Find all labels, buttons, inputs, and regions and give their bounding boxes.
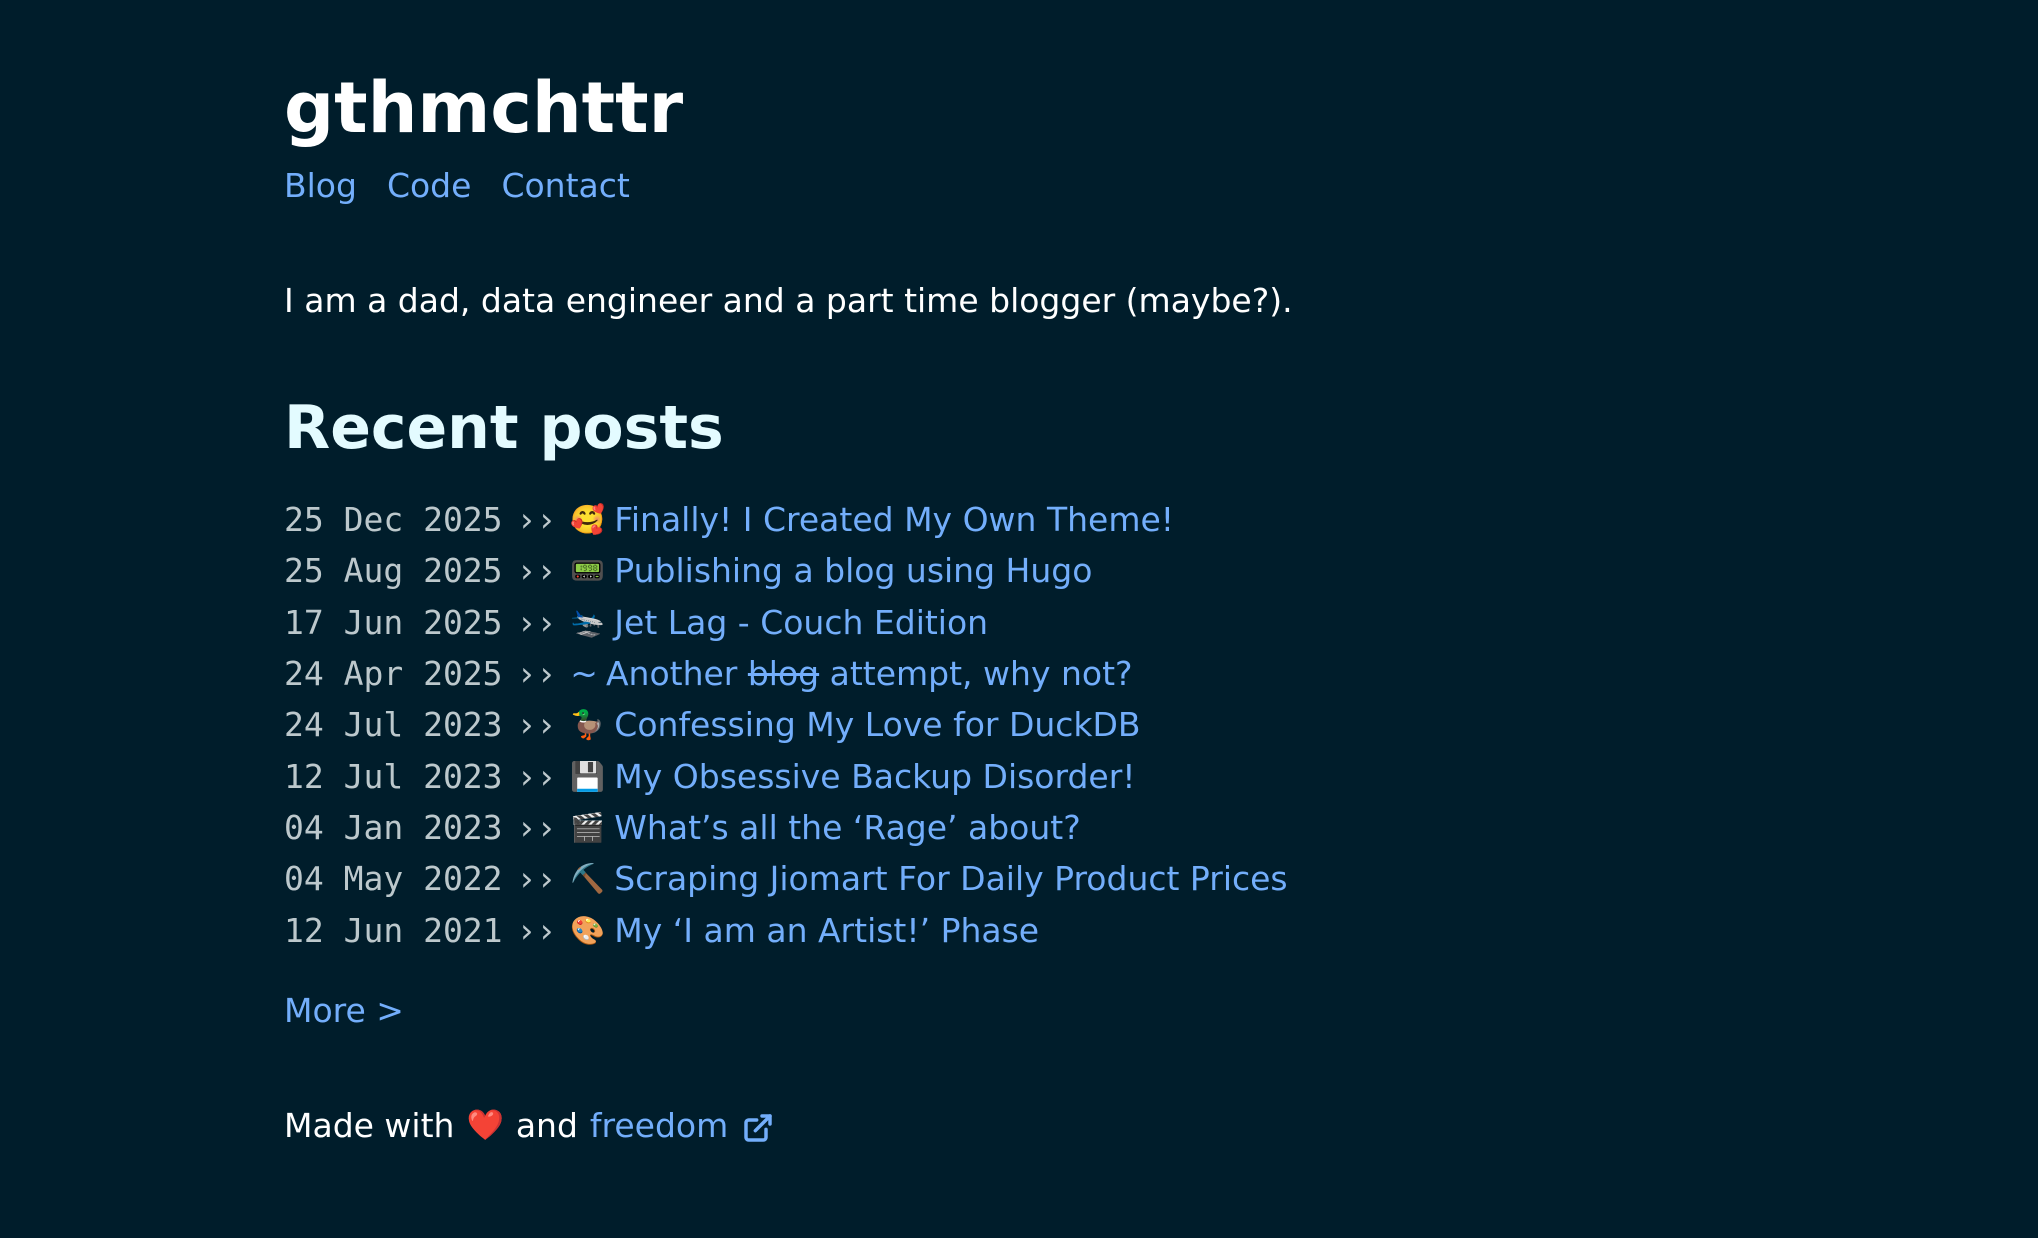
post-title-link[interactable]: My ‘I am an Artist!’ Phase: [614, 911, 1039, 950]
post-title-link[interactable]: What’s all the ‘Rage’ about?: [614, 808, 1080, 847]
post-date: 25 Aug 2025: [284, 551, 503, 591]
post-date: 25 Dec 2025: [284, 500, 503, 540]
site-title[interactable]: gthmchttr: [284, 62, 683, 154]
main-nav: Blog Code Contact: [284, 165, 630, 207]
more-posts-link[interactable]: More >: [284, 990, 404, 1032]
separator: ››: [516, 602, 557, 642]
pager-icon: 📟: [570, 554, 606, 588]
post-date: 04 Jan 2023: [284, 807, 503, 847]
smiling-face-hearts-icon: 🥰: [570, 503, 606, 537]
separator: ››: [516, 654, 557, 694]
separator: ››: [516, 756, 557, 796]
post-title-link[interactable]: Publishing a blog using Hugo: [614, 551, 1092, 590]
separator: ››: [516, 807, 557, 847]
post-title-link[interactable]: Confessing My Love for DuckDB: [614, 705, 1140, 744]
pick-icon: ⛏️: [570, 862, 606, 896]
post-title-link[interactable]: Scraping Jiomart For Daily Product Price…: [614, 859, 1287, 898]
post-date: 17 Jun 2025: [284, 602, 503, 642]
post-title-link[interactable]: ~ Another blog attempt, why not?: [570, 654, 1132, 693]
duck-icon: 🦆: [570, 708, 606, 742]
post-date: 12 Jul 2023: [284, 756, 503, 796]
footer-and: and: [515, 1106, 578, 1145]
post-date: 24 Apr 2025: [284, 654, 503, 694]
post-title-struck: blog: [747, 654, 820, 694]
footer: Made with ❤️ and freedom: [284, 1105, 774, 1147]
clapper-board-icon: 🎬: [570, 810, 606, 844]
post-item: 25 Aug 2025 ›› 📟 Publishing a blog using…: [284, 545, 1288, 596]
recent-posts-heading: Recent posts: [284, 393, 724, 463]
separator: ››: [516, 705, 557, 745]
nav-code-link[interactable]: Code: [387, 165, 471, 207]
freedom-link-label: freedom: [589, 1106, 729, 1145]
separator: ››: [516, 551, 557, 591]
separator: ››: [516, 500, 557, 540]
post-title-link[interactable]: Jet Lag - Couch Edition: [614, 603, 988, 642]
heart-icon: ❤️: [466, 1108, 504, 1143]
post-item: 25 Dec 2025 ›› 🥰 Finally! I Created My O…: [284, 494, 1288, 545]
post-date: 12 Jun 2021: [284, 910, 503, 950]
nav-contact-link[interactable]: Contact: [501, 165, 629, 207]
nav-blog-link[interactable]: Blog: [284, 165, 357, 207]
recent-posts-list: 25 Dec 2025 ›› 🥰 Finally! I Created My O…: [284, 494, 1288, 956]
post-title-link[interactable]: Finally! I Created My Own Theme!: [614, 500, 1174, 539]
artist-palette-icon: 🎨: [570, 913, 606, 947]
post-title-link[interactable]: My Obsessive Backup Disorder!: [614, 757, 1135, 796]
post-item: 24 Jul 2023 ›› 🦆 Confessing My Love for …: [284, 699, 1288, 750]
post-item: 12 Jul 2023 ›› 💾 My Obsessive Backup Dis…: [284, 750, 1288, 801]
separator: ››: [516, 859, 557, 899]
post-date: 04 May 2022: [284, 859, 503, 899]
post-item: 04 Jan 2023 ›› 🎬 What’s all the ‘Rage’ a…: [284, 802, 1288, 853]
post-title-part: Another: [605, 654, 738, 694]
post-date: 24 Jul 2023: [284, 705, 503, 745]
post-item: 04 May 2022 ›› ⛏️ Scraping Jiomart For D…: [284, 853, 1288, 904]
post-title-part: attempt, why not?: [829, 654, 1133, 694]
airplane-arrival-icon: 🛬: [570, 605, 606, 639]
intro-text: I am a dad, data engineer and a part tim…: [284, 281, 1293, 320]
freedom-link[interactable]: freedom: [590, 1105, 774, 1147]
floppy-disk-icon: 💾: [570, 759, 606, 793]
post-item: 12 Jun 2021 ›› 🎨 My ‘I am an Artist!’ Ph…: [284, 904, 1288, 955]
post-item: 17 Jun 2025 ›› 🛬 Jet Lag - Couch Edition: [284, 597, 1288, 648]
post-item: 24 Apr 2025 ›› ~ Another blog attempt, wh…: [284, 648, 1288, 699]
external-link-icon: [744, 1113, 772, 1142]
tilde-icon: ~: [570, 654, 598, 694]
separator: ››: [516, 910, 557, 950]
footer-made-with: Made with: [284, 1106, 455, 1145]
